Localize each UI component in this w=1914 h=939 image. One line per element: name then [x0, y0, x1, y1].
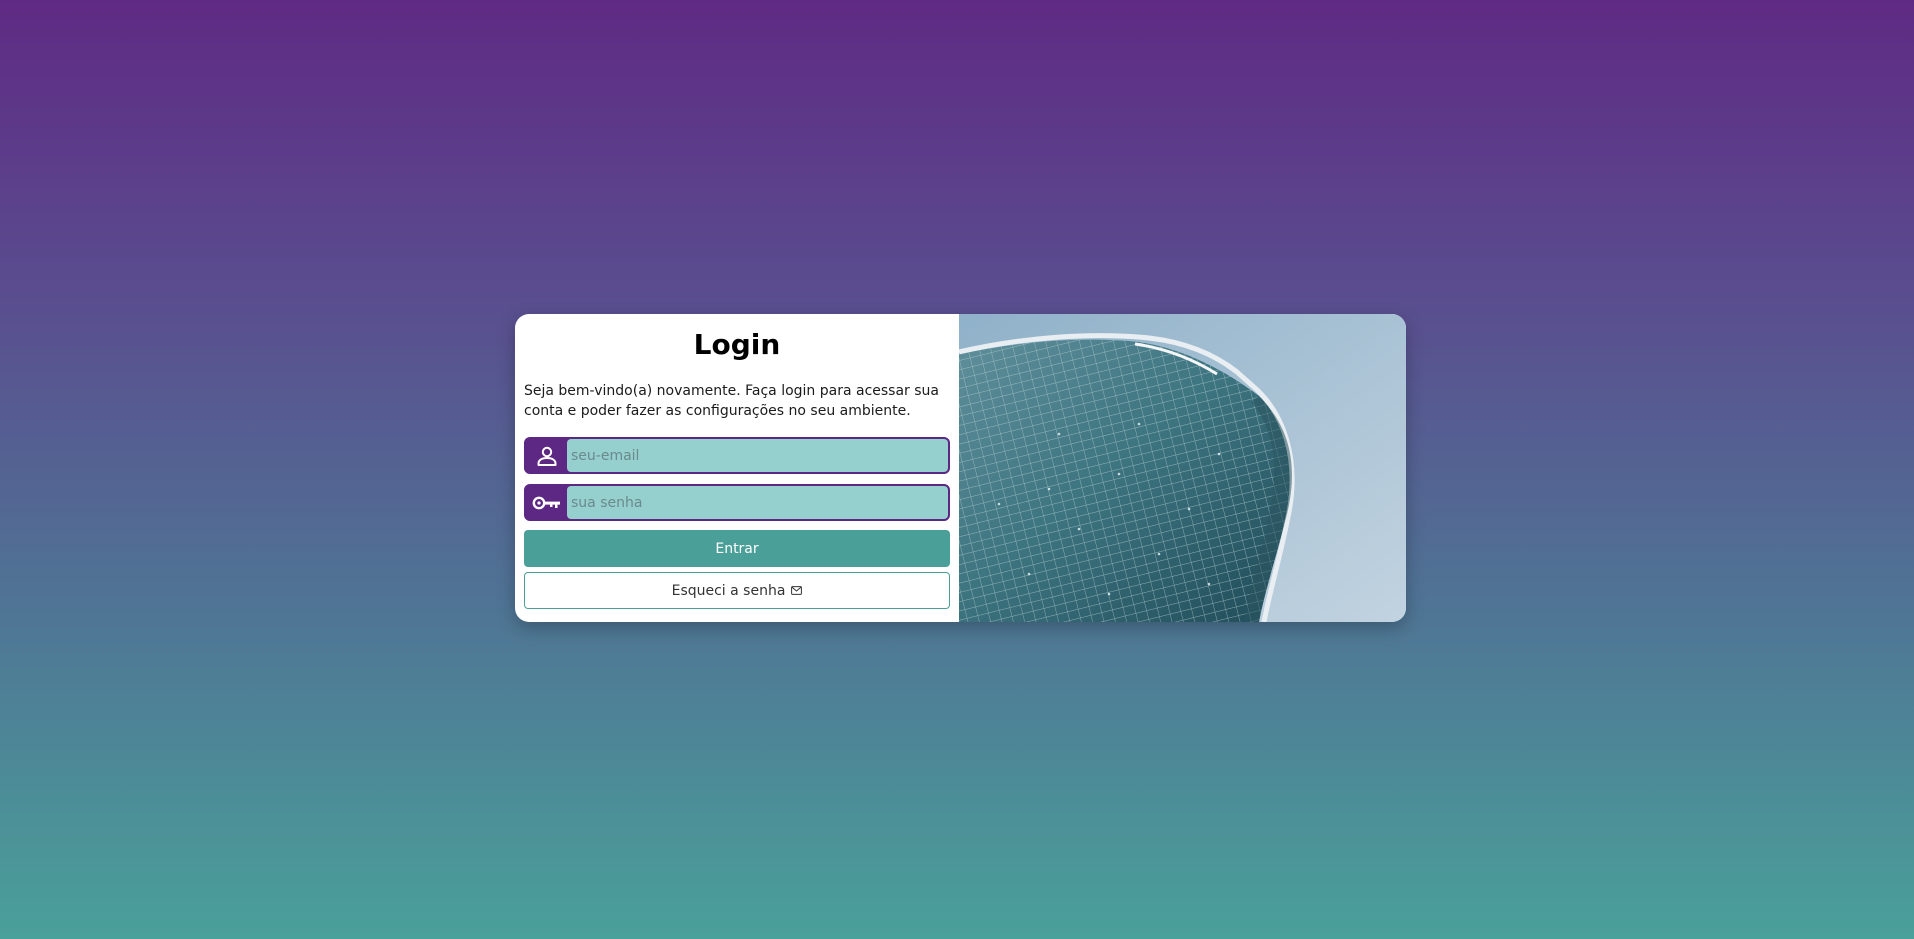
envelope-icon	[791, 583, 803, 599]
email-field-group	[524, 437, 950, 474]
welcome-text: Seja bem-vindo(a) novamente. Faça login …	[524, 383, 940, 419]
login-card: Login Seja bem-vindo(a) novamente. Faça …	[515, 314, 1406, 622]
login-panel: Login Seja bem-vindo(a) novamente. Faça …	[515, 314, 959, 622]
building-image	[959, 314, 1406, 622]
login-button-label: Entrar	[715, 540, 759, 557]
forgot-password-label: Esqueci a senha	[671, 582, 786, 599]
password-input[interactable]	[567, 486, 948, 519]
forgot-password-button[interactable]: Esqueci a senha	[524, 572, 950, 609]
login-button[interactable]: Entrar	[524, 530, 950, 567]
email-input[interactable]	[567, 439, 948, 472]
password-field-group	[524, 484, 950, 521]
key-icon	[526, 486, 567, 519]
user-icon	[526, 439, 567, 472]
page-title: Login	[693, 328, 781, 361]
